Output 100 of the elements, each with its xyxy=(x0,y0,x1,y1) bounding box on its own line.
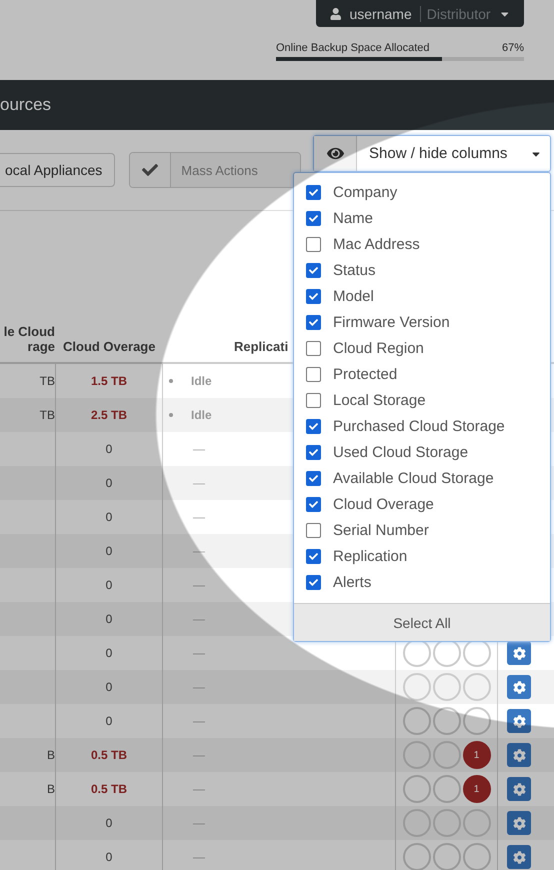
overage-cell: 0 xyxy=(106,714,112,728)
column-option[interactable]: Firmware Version xyxy=(294,309,550,335)
replication-status: — xyxy=(192,612,205,626)
user-menu-button[interactable]: username Distributor xyxy=(316,0,524,27)
checkbox[interactable] xyxy=(306,444,321,460)
check-icon xyxy=(309,552,318,560)
gear-icon xyxy=(512,748,526,762)
column-option[interactable]: Protected xyxy=(294,361,550,387)
overage-cell: 0 xyxy=(106,476,112,490)
replication-status: — xyxy=(192,680,205,694)
settings-button[interactable] xyxy=(507,641,531,665)
checkbox[interactable] xyxy=(306,236,321,252)
check-icon xyxy=(309,292,318,300)
overage-cell: 0 xyxy=(106,680,112,694)
table-cell: B xyxy=(46,782,55,796)
column-header: Replicati xyxy=(234,339,288,354)
settings-button[interactable] xyxy=(507,743,531,767)
checkmark-icon xyxy=(142,162,158,178)
replication-status: — xyxy=(192,442,205,456)
replication-status: — xyxy=(192,782,205,796)
user-icon xyxy=(330,8,342,20)
section-title: ources xyxy=(0,95,52,115)
alert-badge: 1 xyxy=(462,775,490,803)
checkbox[interactable] xyxy=(306,314,321,330)
check-icon xyxy=(309,448,318,456)
check-icon xyxy=(309,422,318,430)
bullet-icon xyxy=(169,413,173,417)
overage-cell: 0 xyxy=(106,816,112,830)
check-icon xyxy=(309,188,318,196)
column-option[interactable]: Alerts xyxy=(294,569,550,595)
replication-status: — xyxy=(192,544,205,558)
replication-status: — xyxy=(192,850,205,864)
column-option[interactable]: Cloud Region xyxy=(294,335,550,361)
check-icon xyxy=(309,318,318,326)
column-option[interactable]: Model xyxy=(294,283,550,309)
checkbox[interactable] xyxy=(306,418,321,434)
storage-label: Online Backup Space Allocated xyxy=(276,42,430,54)
overage-cell: 0 xyxy=(106,850,112,864)
bullet-icon xyxy=(169,379,173,383)
settings-button[interactable] xyxy=(507,675,531,699)
overage-cell: 0 xyxy=(106,612,112,626)
checkbox[interactable] xyxy=(306,496,321,512)
settings-button[interactable] xyxy=(507,845,531,869)
gear-icon xyxy=(512,714,526,728)
settings-button[interactable] xyxy=(507,777,531,801)
gear-icon xyxy=(512,646,526,660)
column-option[interactable]: Cloud Overage xyxy=(294,491,550,517)
checkbox[interactable] xyxy=(306,184,321,200)
column-option[interactable]: Purchased Cloud Storage xyxy=(294,413,550,439)
replication-status: Idle xyxy=(190,374,212,388)
checkbox[interactable] xyxy=(306,548,321,564)
table-cell: TB xyxy=(40,374,55,388)
settings-button[interactable] xyxy=(507,811,531,835)
column-option[interactable]: Mac Address xyxy=(294,231,550,257)
column-option[interactable]: Used Cloud Storage xyxy=(294,439,550,465)
checkbox[interactable] xyxy=(306,262,321,278)
checkbox[interactable] xyxy=(306,392,321,408)
overage-cell: 0 xyxy=(106,646,112,660)
alert-badge: 1 xyxy=(462,741,490,769)
replication-status: — xyxy=(192,476,205,490)
gear-icon xyxy=(512,850,526,864)
replication-status: — xyxy=(192,510,205,524)
replication-status: — xyxy=(192,816,205,830)
check-icon xyxy=(309,578,318,586)
select-all-button[interactable]: Select All xyxy=(294,603,550,641)
column-option[interactable]: Serial Number xyxy=(294,517,550,543)
checkbox[interactable] xyxy=(306,210,321,226)
eye-icon xyxy=(326,145,344,162)
column-option[interactable]: Replication xyxy=(294,543,550,569)
checkbox[interactable] xyxy=(306,574,321,590)
overage-cell: 0.5 TB xyxy=(90,748,127,762)
column-option[interactable]: Local Storage xyxy=(294,387,550,413)
checkbox[interactable] xyxy=(306,340,321,356)
gear-icon xyxy=(512,816,526,830)
replication-status: — xyxy=(192,714,205,728)
check-icon xyxy=(309,214,318,222)
overage-cell: 1.5 TB xyxy=(90,374,127,388)
overage-cell: 0.5 TB xyxy=(90,782,127,796)
column-header: le Cloud rage xyxy=(2,324,55,354)
overage-cell: 2.5 TB xyxy=(90,408,127,422)
replication-status: — xyxy=(192,748,205,762)
table-cell: B xyxy=(46,748,55,762)
checkbox[interactable] xyxy=(306,470,321,486)
settings-button[interactable] xyxy=(507,709,531,733)
column-header: Cloud Overage xyxy=(63,339,156,354)
checkbox[interactable] xyxy=(306,288,321,304)
replication-status: — xyxy=(192,578,205,592)
show-hide-columns-button[interactable]: Show / hide columns xyxy=(313,135,551,172)
storage-percent: 67% xyxy=(502,42,524,54)
gear-icon xyxy=(512,782,526,796)
check-icon xyxy=(309,474,318,482)
replication-status: Idle xyxy=(190,408,212,422)
column-option[interactable]: Name xyxy=(294,205,550,231)
column-option[interactable]: Status xyxy=(294,257,550,283)
checkbox[interactable] xyxy=(306,366,321,382)
appliances-button[interactable]: ocal Appliances xyxy=(0,153,116,187)
overage-cell: 0 xyxy=(106,544,112,558)
checkbox[interactable] xyxy=(306,522,321,538)
column-option[interactable]: Available Cloud Storage xyxy=(294,465,550,491)
overage-cell: 0 xyxy=(106,442,112,456)
